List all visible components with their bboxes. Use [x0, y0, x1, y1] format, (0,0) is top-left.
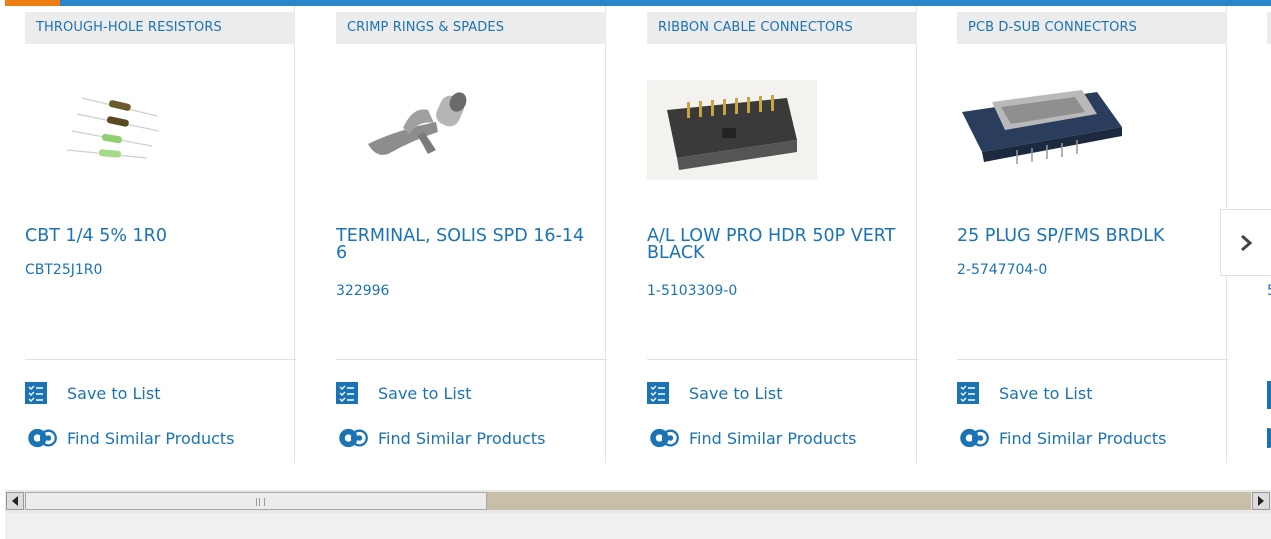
checklist-icon [25, 382, 47, 404]
carousel-next-button[interactable] [1220, 209, 1271, 276]
scroll-thumb[interactable] [25, 492, 487, 510]
product-name-link[interactable]: TERMINAL, SOLIS SPD 16-14 6 [336, 227, 598, 262]
grip-icon [256, 498, 265, 506]
product-card: PCB D-SUB CONNECTORS 25 PLUG SP/FMS BRDL… [937, 6, 1228, 463]
gears-icon [339, 428, 368, 448]
card-separator [647, 359, 918, 360]
checklist-icon [647, 382, 669, 404]
save-to-list-button[interactable]: Save to List [25, 381, 160, 405]
save-to-list-label: Save to List [689, 383, 783, 403]
dsub-connector-image[interactable] [957, 72, 1127, 172]
save-to-list-button[interactable]: Save to List [647, 381, 782, 405]
scroll-right-button[interactable] [1252, 492, 1270, 510]
find-similar-button[interactable]: Find Similar Products [336, 426, 546, 450]
part-number-link[interactable]: 5 [1267, 282, 1271, 300]
find-similar-label: Find Similar Products [378, 428, 546, 448]
save-to-list-button[interactable]: Save to List [336, 381, 471, 405]
gears-icon [28, 428, 57, 448]
find-similar-button[interactable]: Find Similar Products [25, 426, 235, 450]
gears-icon [650, 428, 679, 448]
page-footer-area [5, 513, 1271, 539]
scroll-left-button[interactable] [6, 492, 24, 510]
chevron-right-icon [1241, 234, 1253, 251]
card-separator [957, 359, 1228, 360]
product-card: RIBBON CABLE CONNECTORS A/L LOW PRO HDR … [627, 6, 918, 463]
save-to-list-label: Save to List [999, 383, 1093, 403]
part-number-link[interactable]: CBT25J1R0 [25, 261, 102, 279]
find-similar-button[interactable]: Find Similar Products [647, 426, 857, 450]
part-number-link[interactable]: 2-5747704-0 [957, 261, 1047, 279]
category-link[interactable]: CRIMP RINGS & SPADES [336, 12, 606, 44]
category-link[interactable]: PCB D-SUB CONNECTORS [957, 12, 1227, 44]
card-separator [25, 359, 296, 360]
card-separator [336, 359, 607, 360]
horizontal-scrollbar[interactable] [5, 490, 1271, 513]
find-similar-label: Find Similar Products [689, 428, 857, 448]
gears-icon[interactable] [1267, 428, 1271, 448]
product-card: THROUGH-HOLE RESISTORS CBT 1/4 5% 1R0 CB… [5, 6, 296, 463]
save-to-list-button[interactable]: Save to List [957, 381, 1092, 405]
part-number-link[interactable]: 322996 [336, 282, 389, 300]
product-card: CRIMP RINGS & SPADES TERMINAL, SOLIS SPD… [316, 6, 607, 463]
category-link[interactable] [1267, 12, 1271, 44]
checklist-icon[interactable] [1267, 381, 1271, 409]
checklist-icon [336, 382, 358, 404]
find-similar-label: Find Similar Products [999, 428, 1167, 448]
category-link[interactable]: THROUGH-HOLE RESISTORS [25, 12, 295, 44]
product-name-link[interactable]: A/L LOW PRO HDR 50P VERT BLACK [647, 227, 909, 262]
save-to-list-label: Save to List [378, 383, 472, 403]
category-link[interactable]: RIBBON CABLE CONNECTORS [647, 12, 917, 44]
product-name-link[interactable]: CBT 1/4 5% 1R0 [25, 227, 287, 245]
card-divider [605, 6, 606, 463]
spade-terminal-image[interactable] [358, 76, 528, 176]
triangle-left-icon [12, 496, 18, 506]
part-number-link[interactable]: 1-5103309-0 [647, 282, 737, 300]
gears-icon [960, 428, 989, 448]
find-similar-label: Find Similar Products [67, 428, 235, 448]
find-similar-button[interactable]: Find Similar Products [957, 426, 1167, 450]
product-carousel: THROUGH-HOLE RESISTORS CBT 1/4 5% 1R0 CB… [5, 6, 1271, 464]
card-divider [916, 6, 917, 463]
checklist-icon [957, 382, 979, 404]
card-divider [294, 6, 295, 463]
ribbon-header-image[interactable] [647, 80, 817, 180]
save-to-list-label: Save to List [67, 383, 161, 403]
product-name-link[interactable]: 25 PLUG SP/FMS BRDLK [957, 227, 1219, 245]
resistors-image[interactable] [47, 76, 217, 176]
triangle-right-icon [1258, 496, 1264, 506]
